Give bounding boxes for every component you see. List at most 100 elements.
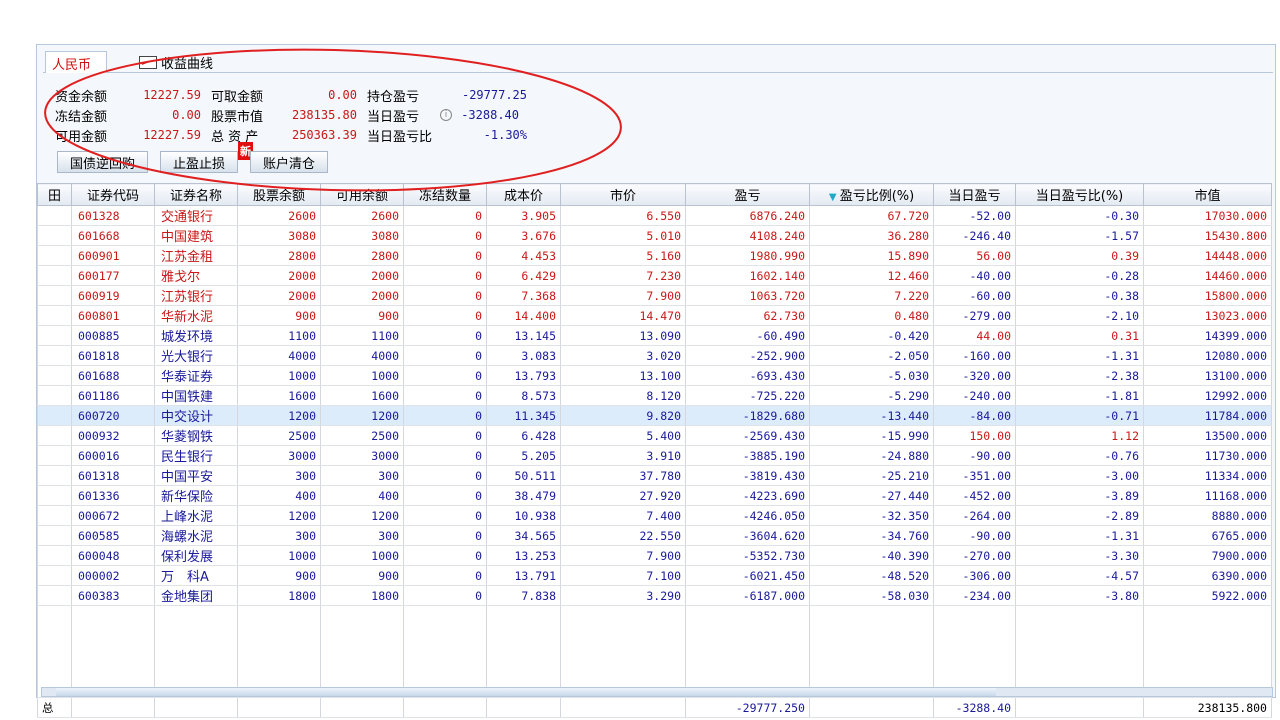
table-row[interactable]: 600720 中交设计 1200 1200 0 11.345 9.820 -1829.680-… xyxy=(37,405,1272,426)
cost-cell: 7.368 xyxy=(486,285,561,306)
frozen-cell: 0 xyxy=(403,305,487,326)
table-row[interactable]: 600177 雅戈尔 2000 2000 0 6.429 7.230 1602.140 12.4… xyxy=(37,265,1272,286)
totals-cell: 238135.800 xyxy=(1143,697,1272,718)
row-marker-cell xyxy=(37,505,72,526)
totals-cell: -3288.40 xyxy=(933,697,1016,718)
cost-cell: 8.573 xyxy=(486,385,561,406)
summary-value: 0.00 xyxy=(172,108,201,122)
column-header[interactable]: 市价 xyxy=(560,183,686,206)
table-row[interactable]: 600016 民生银行 3000 3000 0 5.205 3.910 -3885.190 -2… xyxy=(37,445,1272,466)
pnl-cell: -725.220 xyxy=(685,385,810,406)
table-row[interactable]: 000885 城发环境 1100 1100 0 13.145 13.090 -60.490 -0… xyxy=(37,325,1272,346)
totals-cell: 总 xyxy=(37,697,72,718)
name-cell: 华新水泥 xyxy=(154,305,238,326)
tab-bar: 人民币 收益曲线 xyxy=(43,49,1273,73)
price-cell: 7.230 xyxy=(560,265,686,286)
day-pnl-cell: 44.00 xyxy=(933,325,1016,346)
row-marker-cell xyxy=(37,225,72,246)
cost-cell: 13.145 xyxy=(486,325,561,346)
summary-value: -3288.40 xyxy=(461,108,519,122)
balance-cell: 900 xyxy=(237,305,321,326)
table-row[interactable]: 600585 海螺水泥 300 300 0 34.565 22.550 -3604.620 -3… xyxy=(37,525,1272,546)
market-value-cell: 14399.000 xyxy=(1143,325,1272,346)
chart-icon xyxy=(139,55,157,69)
frozen-cell: 0 xyxy=(403,285,487,306)
column-header[interactable]: 可用余额 xyxy=(320,183,404,206)
available-cell: 1000 xyxy=(320,365,404,386)
column-header[interactable]: 当日盈亏 xyxy=(933,183,1016,206)
column-header[interactable]: 证券代码 xyxy=(71,183,155,206)
table-row[interactable]: 600048 保利发展 1000 1000 0 13.253 7.900 -5352.730-… xyxy=(37,545,1272,566)
pnl-ratio-cell: -24.880 xyxy=(809,445,934,466)
table-row[interactable]: 000002 万 科A 900 900 0 13.791 7.100 -6021.450 -48… xyxy=(37,565,1272,586)
table-row[interactable]: 600919 江苏银行 2000 2000 0 7.368 7.900 1063.720 7.2… xyxy=(37,285,1272,306)
balance-cell: 300 xyxy=(237,465,321,486)
cost-cell: 4.453 xyxy=(486,245,561,266)
summary-row: 资金余额 12227.59 可取金额 0.00 持仓盈亏 -29777.25 xyxy=(55,85,537,105)
table-row[interactable]: 601688 华泰证券 1000 1000 0 13.793 13.100 -693.430-… xyxy=(37,365,1272,386)
balance-cell: 900 xyxy=(237,565,321,586)
column-header-label: 冻结数量 xyxy=(418,189,471,204)
horizontal-scrollbar[interactable] xyxy=(41,687,1273,697)
day-pnl-cell: -306.00 xyxy=(933,565,1016,586)
table-row[interactable]: 601336 新华保险 400 400 0 38.479 27.920 -4223.690 -2… xyxy=(37,485,1272,506)
price-cell: 22.550 xyxy=(560,525,686,546)
price-cell: 13.090 xyxy=(560,325,686,346)
cost-cell: 50.511 xyxy=(486,465,561,486)
summary-value: 238135.80 xyxy=(291,108,357,122)
balance-cell: 1200 xyxy=(237,405,321,426)
table-row[interactable]: 601186 中国铁建 1600 1600 0 8.573 8.120 -725.220 -5.… xyxy=(37,385,1272,406)
balance-cell: 2000 xyxy=(237,285,321,306)
market-value-cell: 15800.000 xyxy=(1143,285,1272,306)
tab-rmb[interactable]: 人民币 xyxy=(45,51,107,73)
column-header[interactable]: ▼ 盈亏比例(%) xyxy=(809,183,934,206)
column-header[interactable]: 证券名称 xyxy=(154,183,238,206)
table-row[interactable]: 601328 交通银行 2600 2600 0 3.905 6.550 6876.240 67.… xyxy=(37,205,1272,226)
table-row[interactable]: 000672 上峰水泥 1200 1200 0 10.938 7.400 -4246.050-… xyxy=(37,505,1272,526)
day-pnl-ratio-cell: -3.89 xyxy=(1015,485,1144,506)
table-row[interactable]: 600383 金地集团 1800 1800 0 7.838 3.290 -6187.000 -5… xyxy=(37,585,1272,606)
pnl-ratio-cell: -13.440 xyxy=(809,405,934,426)
row-marker-cell xyxy=(37,565,72,586)
column-header[interactable]: 冻结数量 xyxy=(403,183,487,206)
price-cell: 3.290 xyxy=(560,585,686,606)
table-row[interactable]: 601318 中国平安 300 300 0 50.511 37.780 -3819.430 -2… xyxy=(37,465,1272,486)
market-value-cell: 14460.000 xyxy=(1143,265,1272,286)
stop-profit-loss-button[interactable]: 止盈止损新 xyxy=(160,142,254,173)
pnl-ratio-cell: -0.420 xyxy=(809,325,934,346)
column-header[interactable]: 股票余额 xyxy=(237,183,321,206)
day-pnl-ratio-cell: -0.30 xyxy=(1015,205,1144,226)
price-cell: 8.120 xyxy=(560,385,686,406)
available-cell: 1000 xyxy=(320,545,404,566)
summary-value: 250363.39 xyxy=(291,128,357,142)
market-value-cell: 13023.000 xyxy=(1143,305,1272,326)
table-row[interactable]: 601668 中国建筑 3080 3080 0 3.676 5.010 4108.240 36.… xyxy=(37,225,1272,246)
bond-repo-button[interactable]: 国债逆回购 xyxy=(57,151,149,173)
holdings-table: 田 证券代码 证券名称 股票余额 可用余额 冻结数量 成本价 市价 盈亏 ▼ 盈亏比例(%) 当日盈… xyxy=(37,183,1275,718)
day-pnl-ratio-cell: -2.38 xyxy=(1015,365,1144,386)
info-icon[interactable]: i xyxy=(440,109,452,121)
totals-cell xyxy=(71,697,155,718)
clear-account-button[interactable]: 账户清仓 xyxy=(250,151,329,173)
table-row[interactable]: 601818 光大银行 4000 4000 0 3.083 3.020 -252.900 -2.… xyxy=(37,345,1272,366)
column-header[interactable]: 田 xyxy=(37,183,72,206)
column-header[interactable]: 盈亏 xyxy=(685,183,810,206)
table-row[interactable]: 600801 华新水泥 900 900 0 14.400 14.470 62.730 0.480… xyxy=(37,305,1272,326)
scrollbar-thumb[interactable] xyxy=(56,688,996,696)
pnl-cell: 6876.240 xyxy=(685,205,810,226)
table-row[interactable]: 000932 华菱钢铁 2500 2500 0 6.428 5.400 -2569.430 -1… xyxy=(37,425,1272,446)
code-cell: 600016 xyxy=(71,445,155,466)
table-row[interactable]: 600901 江苏金租 2800 2800 0 4.453 5.160 1980.990 15.… xyxy=(37,245,1272,266)
column-header[interactable]: 当日盈亏比(%) xyxy=(1015,183,1144,206)
column-header[interactable]: 成本价 xyxy=(486,183,561,206)
day-pnl-cell: -320.00 xyxy=(933,365,1016,386)
pnl-cell: -4223.690 xyxy=(685,485,810,506)
column-header[interactable]: 市值 xyxy=(1143,183,1272,206)
balance-cell: 1800 xyxy=(237,585,321,606)
name-cell: 中交设计 xyxy=(154,405,238,426)
cost-cell: 7.838 xyxy=(486,585,561,606)
cost-cell: 6.428 xyxy=(486,425,561,446)
day-pnl-cell: -90.00 xyxy=(933,445,1016,466)
totals-cell xyxy=(560,697,686,718)
tab-profit-curve[interactable]: 收益曲线 xyxy=(133,51,219,73)
